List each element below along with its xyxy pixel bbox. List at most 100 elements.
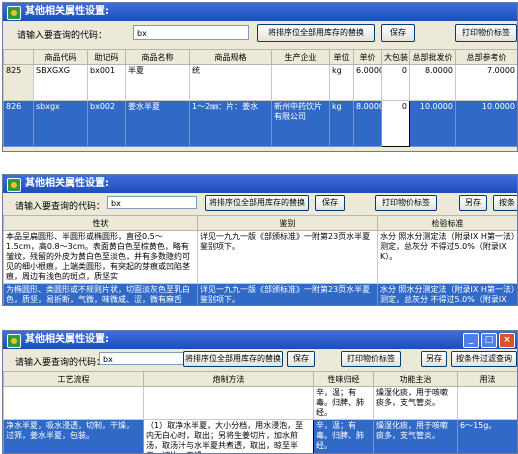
app-icon <box>7 178 21 192</box>
minimize-icon[interactable]: _ <box>463 333 479 348</box>
print-price-label-button[interactable]: 打印物价标签 <box>455 24 517 42</box>
cell-inspection-standard[interactable]: 水分 照水分测定法（附录IX H第一法）测定，总灰分 不得过5.0%（附录IX … <box>377 283 517 305</box>
save-button[interactable]: 保存 <box>315 195 345 211</box>
maximize-icon[interactable]: □ <box>481 333 497 348</box>
cell-name[interactable]: 姜水半夏 <box>125 100 190 147</box>
cell-processing-method-editor[interactable]: （1）取净水半夏，大小分档，用水浸泡，至内无白心时，取出；另将生姜切片，加水煎汤… <box>143 419 314 453</box>
column-header[interactable]: 炮制方法 <box>143 371 314 387</box>
cell-code[interactable]: SBXGXG <box>33 64 88 101</box>
cell-inspection-standard[interactable]: 水分 照水分测定法（附录IX H第一法）测定，总灰分 不得过5.0%（附录IX … <box>377 230 517 284</box>
filter-query-button[interactable]: 按条 <box>493 195 517 211</box>
process-table: 工艺流程 炮制方法 性味归经 功能主治 用法 辛，温；有毒。归脾、肺经。 燥湿化… <box>3 371 517 453</box>
window-title: 其他相关属性设置: <box>25 178 109 189</box>
cell-processing-method[interactable] <box>143 386 314 420</box>
cell-identification[interactable]: 详见一九九一版《部颁标准》一附第23页水半夏鉴别项下。 <box>197 283 378 305</box>
column-header[interactable]: 性味归经 <box>313 371 374 387</box>
table-header-row: 工艺流程 炮制方法 性味归经 功能主治 用法 <box>3 371 517 387</box>
cell-appearance[interactable]: 为椭圆形、类圆形或不规则片状，切面淡灰色至乳白色，质坚，易折断，气微，味微咸、涩… <box>3 283 198 305</box>
table-header-row: 性状 鉴别 检验标准 <box>3 215 517 231</box>
product-table: 商品代码 助记码 商品名称 商品规格 生产企业 单位 单价 大包装 总部批发价 … <box>3 49 517 147</box>
cell-property-meridian[interactable]: 辛，温；有毒。归脾、肺经。 <box>313 386 374 420</box>
save-button[interactable]: 保存 <box>381 24 415 42</box>
cell-unit[interactable]: kg <box>329 100 354 147</box>
column-header[interactable]: 性状 <box>3 215 198 231</box>
column-header[interactable]: 鉴别 <box>197 215 378 231</box>
close-icon[interactable]: × <box>499 333 515 348</box>
replace-sort-button[interactable]: 将排序位全部用库存的替换 <box>183 351 283 367</box>
column-header[interactable]: 生产企业 <box>271 49 330 65</box>
row-id[interactable]: 826 <box>3 100 34 147</box>
print-price-label-button[interactable]: 打印物价标签 <box>341 351 401 367</box>
table-row-selected[interactable]: 826 sbxgx bx002 姜水半夏 1～2㎜：片：姜水 新州中药饮片有限公… <box>3 100 517 147</box>
cell-reference-price[interactable]: 10.0000 <box>455 100 517 147</box>
cell-process-flow[interactable]: 净水半夏，吸水浸透，切制，干燥，过筛，姜水半夏，包装。 <box>3 419 144 453</box>
window-title-bar[interactable]: 其他相关属性设置: <box>3 3 517 21</box>
filter-query-button[interactable]: 按条件过滤查询 <box>451 351 517 367</box>
window-title-bar[interactable]: 其他相关属性设置: <box>3 175 517 193</box>
property-table: 性状 鉴别 检验标准 本品呈扁圆形、半圆形或椭圆形，直径0.5～1.5cm，高0… <box>3 215 517 305</box>
search-input[interactable]: bx <box>99 352 189 365</box>
cell-function-indication[interactable]: 燥湿化痰，用于咳嗽痰多，支气管炎。 <box>373 386 458 420</box>
save-button[interactable]: 保存 <box>287 351 315 367</box>
attribute-settings-window-1: 其他相关属性设置: 请输入要查询的代码： bx 将排序位全部用库存的替换 保存 … <box>2 2 518 152</box>
toolbar: 请输入要查询的代码： bx 将排序位全部用库存的替换 保存 打印物价标签 另存 … <box>3 349 517 371</box>
toolbar: 请输入要查询的代码： bx 将排序位全部用库存的替换 保存 打印物价标签 另存 … <box>3 193 517 215</box>
column-header[interactable]: 助记码 <box>87 49 126 65</box>
column-header[interactable]: 单位 <box>329 49 354 65</box>
column-header[interactable]: 用法 <box>457 371 517 387</box>
cell-function-indication[interactable]: 燥湿化痰，用于咳嗽痰多，支气管炎。 <box>373 419 458 453</box>
cell-name[interactable]: 半夏 <box>125 64 190 101</box>
cell-manufacturer[interactable] <box>271 64 330 101</box>
search-label: 请输入要查询的代码： <box>17 31 108 41</box>
window-title-bar[interactable]: 其他相关属性设置: _ □ × <box>3 331 517 349</box>
table-row[interactable]: 辛，温；有毒。归脾、肺经。 燥湿化痰，用于咳嗽痰多，支气管炎。 <box>3 386 517 420</box>
cell-unit[interactable]: kg <box>329 64 354 101</box>
cell-price[interactable]: 6.0000 <box>353 64 382 101</box>
table-row[interactable]: 本品呈扁圆形、半圆形或椭圆形，直径0.5～1.5cm，高0.8～3cm。表面黄白… <box>3 230 517 284</box>
cell-usage[interactable]: 6～15g。 <box>457 419 517 453</box>
column-header[interactable]: 大包装 <box>381 49 410 65</box>
cell-usage[interactable] <box>457 386 517 420</box>
cell-appearance[interactable]: 本品呈扁圆形、半圆形或椭圆形，直径0.5～1.5cm，高0.8～3cm。表面黄白… <box>3 230 198 284</box>
column-header[interactable]: 单价 <box>353 49 382 65</box>
cell-process-flow[interactable] <box>3 386 144 420</box>
print-price-label-button[interactable]: 打印物价标签 <box>375 195 437 211</box>
window-controls: _ □ × <box>463 333 515 348</box>
cell-spec[interactable]: 1～2㎜：片：姜水 <box>189 100 272 147</box>
cell-identification[interactable]: 详见一九九一版《部颁标准》一附第23页水半夏鉴别项下。 <box>197 230 378 284</box>
column-header[interactable]: 商品规格 <box>189 49 272 65</box>
cell-manufacturer[interactable]: 新州中药饮片有限公司 <box>271 100 330 147</box>
window-title: 其他相关属性设置: <box>25 334 109 345</box>
cell-mnemonic[interactable]: bx001 <box>87 64 126 101</box>
save-as-button[interactable]: 另存 <box>459 195 487 211</box>
save-as-button[interactable]: 另存 <box>421 351 447 367</box>
table-row-selected[interactable]: 为椭圆形、类圆形或不规则片状，切面淡灰色至乳白色，质坚，易折断，气微，味微咸、涩… <box>3 283 517 305</box>
search-input[interactable]: bx <box>133 25 249 40</box>
column-header[interactable]: 总部参考价 <box>455 49 517 65</box>
cell-big-pack-editor[interactable]: 0 <box>381 100 410 147</box>
table-row[interactable]: 825 SBXGXG bx001 半夏 统 kg 6.0000 0 8.0000… <box>3 64 517 101</box>
table-row-selected[interactable]: 净水半夏，吸水浸透，切制，干燥，过筛，姜水半夏，包装。 （1）取净水半夏，大小分… <box>3 419 517 453</box>
column-header[interactable]: 商品名称 <box>125 49 190 65</box>
search-label: 请输入要查询的代码： <box>15 202 106 212</box>
cell-mnemonic[interactable]: bx002 <box>87 100 126 147</box>
cell-spec[interactable]: 统 <box>189 64 272 101</box>
row-id[interactable]: 825 <box>3 64 34 101</box>
column-header[interactable]: 总部批发价 <box>409 49 456 65</box>
column-header[interactable]: 检验标准 <box>377 215 517 231</box>
column-header[interactable]: 功能主治 <box>373 371 458 387</box>
cell-property-meridian[interactable]: 辛，温；有毒。归脾、肺经。 <box>313 419 374 453</box>
cell-big-pack[interactable]: 0 <box>381 64 410 101</box>
attribute-settings-window-3: 其他相关属性设置: _ □ × 请输入要查询的代码： bx 将排序位全部用库存的… <box>2 330 518 454</box>
cell-code[interactable]: sbxgx <box>33 100 88 147</box>
replace-sort-button[interactable]: 将排序位全部用库存的替换 <box>257 24 375 42</box>
toolbar: 请输入要查询的代码： bx 将排序位全部用库存的替换 保存 打印物价标签 <box>3 21 517 47</box>
cell-price[interactable]: 8.0000 <box>353 100 382 147</box>
cell-wholesale-price[interactable]: 8.0000 <box>409 64 456 101</box>
column-header[interactable]: 工艺流程 <box>3 371 144 387</box>
replace-sort-button[interactable]: 将排序位全部用库存的替换 <box>205 195 309 211</box>
cell-wholesale-price[interactable]: 10.0000 <box>409 100 456 147</box>
search-input[interactable]: bx <box>107 196 197 209</box>
column-header[interactable]: 商品代码 <box>33 49 88 65</box>
cell-reference-price[interactable]: 7.0000 <box>455 64 517 101</box>
